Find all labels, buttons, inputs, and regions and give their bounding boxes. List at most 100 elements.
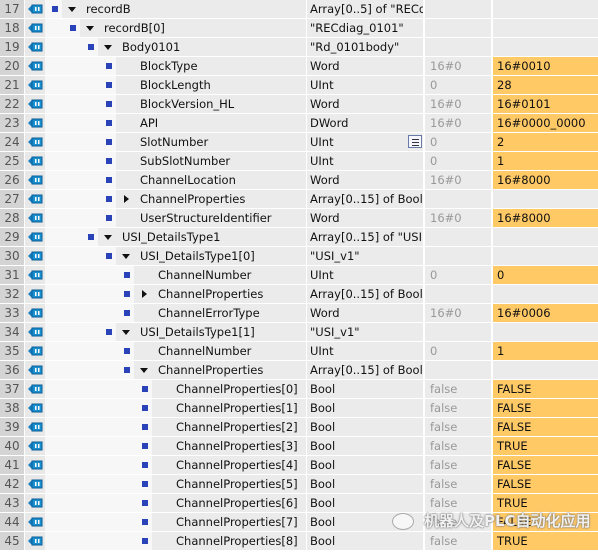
- table-row[interactable]: 41 ChannelProperties[4] Bool false FALSE: [0, 456, 598, 475]
- table-row[interactable]: 17 recordB Array[0..5] of "RECd...: [0, 0, 598, 19]
- expand-arrow-icon[interactable]: [142, 290, 147, 298]
- monitor-value-cell[interactable]: FALSE: [493, 399, 598, 417]
- start-value-cell[interactable]: 16#0: [425, 304, 492, 322]
- table-row[interactable]: 25 SubSlotNumber UInt 0 1: [0, 152, 598, 171]
- start-value-cell[interactable]: false: [425, 437, 492, 455]
- data-type-cell[interactable]: Word: [307, 95, 424, 113]
- data-type-cell[interactable]: Bool: [307, 475, 424, 493]
- table-row[interactable]: 29 USI_DetailsType1 Array[0..15] of "USI..…: [0, 228, 598, 247]
- table-row[interactable]: 32 ChannelProperties Array[0..15] of Bool: [0, 285, 598, 304]
- name-cell[interactable]: USI_DetailsType1[0]: [116, 247, 307, 265]
- monitor-value-cell[interactable]: 2: [493, 133, 598, 151]
- name-cell[interactable]: ChannelProperties[5]: [152, 475, 307, 493]
- start-value-cell[interactable]: 0: [425, 342, 492, 360]
- monitor-value-cell[interactable]: TRUE: [493, 437, 598, 455]
- collapse-arrow-icon[interactable]: [122, 330, 130, 335]
- data-type-cell[interactable]: Bool: [307, 437, 424, 455]
- name-cell[interactable]: SubSlotNumber: [116, 152, 307, 170]
- monitor-value-cell[interactable]: 28: [493, 76, 598, 94]
- list-button-icon[interactable]: [408, 135, 422, 148]
- name-cell[interactable]: SlotNumber: [116, 133, 307, 151]
- monitor-value-cell[interactable]: 1: [493, 152, 598, 170]
- name-cell[interactable]: API: [116, 114, 307, 132]
- start-value-cell[interactable]: false: [425, 475, 492, 493]
- start-value-cell[interactable]: 16#0: [425, 171, 492, 189]
- collapse-arrow-icon[interactable]: [104, 235, 112, 240]
- table-row[interactable]: 20 BlockType Word 16#0 16#0010: [0, 57, 598, 76]
- monitor-value-cell[interactable]: 16#0006: [493, 304, 598, 322]
- collapse-arrow-icon[interactable]: [140, 368, 148, 373]
- data-type-cell[interactable]: UInt: [307, 342, 424, 360]
- start-value-cell[interactable]: [425, 247, 492, 265]
- monitor-value-cell[interactable]: 16#8000: [493, 209, 598, 227]
- name-cell[interactable]: ChannelNumber: [134, 266, 307, 284]
- table-row[interactable]: 33 ChannelErrorType Word 16#0 16#0006: [0, 304, 598, 323]
- expand-arrow-icon[interactable]: [124, 195, 129, 203]
- name-cell[interactable]: ChannelNumber: [134, 342, 307, 360]
- data-type-cell[interactable]: Bool: [307, 399, 424, 417]
- table-row[interactable]: 40 ChannelProperties[3] Bool false TRUE: [0, 437, 598, 456]
- start-value-cell[interactable]: [425, 228, 492, 246]
- name-cell[interactable]: recordB[0]: [80, 19, 307, 37]
- start-value-cell[interactable]: [425, 19, 492, 37]
- table-row[interactable]: 36 ChannelProperties Array[0..15] of Bool: [0, 361, 598, 380]
- name-cell[interactable]: ChannelProperties[3]: [152, 437, 307, 455]
- name-cell[interactable]: ChannelProperties[7]: [152, 513, 307, 531]
- start-value-cell[interactable]: [425, 190, 492, 208]
- collapse-arrow-icon[interactable]: [86, 26, 94, 31]
- table-row[interactable]: 24 SlotNumber UInt 0 2: [0, 133, 598, 152]
- monitor-value-cell[interactable]: 16#8000: [493, 171, 598, 189]
- monitor-value-cell[interactable]: [493, 285, 598, 303]
- monitor-value-cell[interactable]: 16#0010: [493, 57, 598, 75]
- name-cell[interactable]: ChannelProperties[8]: [152, 532, 307, 550]
- data-type-cell[interactable]: UInt: [307, 133, 424, 151]
- table-row[interactable]: 19 Body0101 "Rd_0101body": [0, 38, 598, 57]
- data-type-cell[interactable]: DWord: [307, 114, 424, 132]
- table-row[interactable]: 18 recordB[0] "RECdiag_0101": [0, 19, 598, 38]
- monitor-value-cell[interactable]: TRUE: [493, 532, 598, 550]
- start-value-cell[interactable]: 0: [425, 133, 492, 151]
- monitor-value-cell[interactable]: [493, 190, 598, 208]
- start-value-cell[interactable]: false: [425, 380, 492, 398]
- data-type-cell[interactable]: Array[0..15] of Bool: [307, 285, 424, 303]
- table-row[interactable]: 27 ChannelProperties Array[0..15] of Bool: [0, 190, 598, 209]
- start-value-cell[interactable]: 0: [425, 152, 492, 170]
- name-cell[interactable]: ChannelProperties: [134, 361, 307, 379]
- start-value-cell[interactable]: [425, 38, 492, 56]
- monitor-value-cell[interactable]: 16#0101: [493, 95, 598, 113]
- table-row[interactable]: 28 UserStructureIdentifier Word 16#0 16#8000: [0, 209, 598, 228]
- data-type-cell[interactable]: UInt: [307, 266, 424, 284]
- data-type-cell[interactable]: Word: [307, 171, 424, 189]
- monitor-value-cell[interactable]: [493, 323, 598, 341]
- data-type-cell[interactable]: Word: [307, 304, 424, 322]
- monitor-value-cell[interactable]: FALSE: [493, 456, 598, 474]
- data-type-cell[interactable]: "Rd_0101body": [307, 38, 424, 56]
- data-type-cell[interactable]: Word: [307, 57, 424, 75]
- monitor-value-cell[interactable]: [493, 247, 598, 265]
- start-value-cell[interactable]: [425, 0, 492, 18]
- data-type-cell[interactable]: Array[0..15] of Bool: [307, 361, 424, 379]
- data-type-cell[interactable]: "RECdiag_0101": [307, 19, 424, 37]
- data-type-cell[interactable]: Array[0..15] of "USI...: [307, 228, 424, 246]
- data-type-cell[interactable]: UInt: [307, 76, 424, 94]
- data-type-cell[interactable]: UInt: [307, 152, 424, 170]
- name-cell[interactable]: UserStructureIdentifier: [116, 209, 307, 227]
- table-row[interactable]: 38 ChannelProperties[1] Bool false FALSE: [0, 399, 598, 418]
- data-type-cell[interactable]: Bool: [307, 532, 424, 550]
- monitor-value-cell[interactable]: [493, 361, 598, 379]
- data-type-cell[interactable]: Array[0..5] of "RECd...: [307, 0, 424, 18]
- start-value-cell[interactable]: 16#0: [425, 209, 492, 227]
- table-row[interactable]: 35 ChannelNumber UInt 0 1: [0, 342, 598, 361]
- name-cell[interactable]: BlockVersion_HL: [116, 95, 307, 113]
- table-row[interactable]: 26 ChannelLocation Word 16#0 16#8000: [0, 171, 598, 190]
- monitor-value-cell[interactable]: [493, 0, 598, 18]
- monitor-value-cell[interactable]: [493, 228, 598, 246]
- start-value-cell[interactable]: 0: [425, 76, 492, 94]
- monitor-value-cell[interactable]: 16#0000_0000: [493, 114, 598, 132]
- name-cell[interactable]: ChannelProperties[6]: [152, 494, 307, 512]
- monitor-value-cell[interactable]: 0: [493, 266, 598, 284]
- name-cell[interactable]: ChannelProperties[0]: [152, 380, 307, 398]
- table-row[interactable]: 45 ChannelProperties[8] Bool false TRUE: [0, 532, 598, 551]
- data-type-cell[interactable]: "USI_v1": [307, 323, 424, 341]
- table-row[interactable]: 39 ChannelProperties[2] Bool false FALSE: [0, 418, 598, 437]
